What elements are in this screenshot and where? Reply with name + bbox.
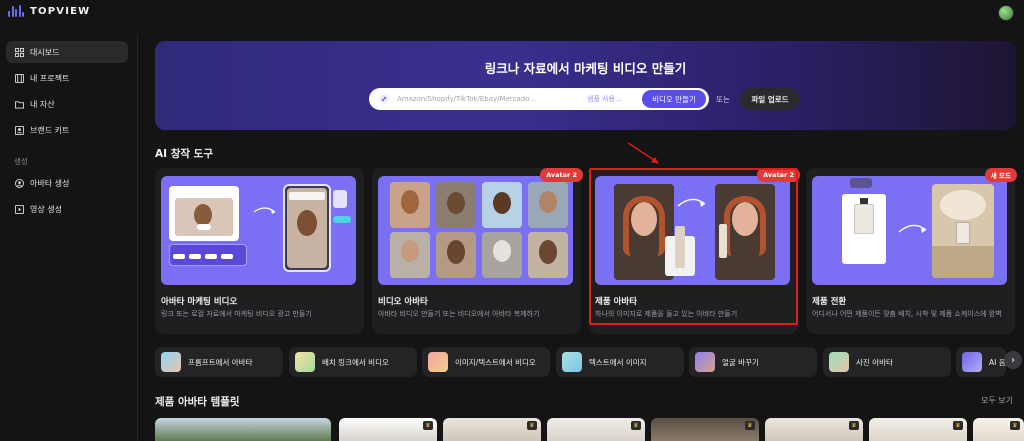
sidebar-item-label: 내 자산 (30, 99, 55, 109)
chip-thumbnail (962, 352, 982, 372)
chip-photo-avatar[interactable]: 사진 아바타 (823, 347, 951, 377)
see-all-link[interactable]: 모두 보기 (981, 395, 1013, 406)
create-video-button[interactable]: 비디오 만들기 (642, 90, 706, 108)
sample-link[interactable]: 샘플 사용... (587, 94, 622, 104)
crown-icon: ♛ (631, 421, 641, 430)
sidebar-item-dashboard[interactable]: 대시보드 (6, 41, 128, 63)
sidebar-item-label: 대시보드 (30, 47, 60, 57)
upload-file-button[interactable]: 파일 업로드 (740, 88, 800, 110)
dashboard-grid-icon (15, 47, 24, 57)
user-avatar[interactable] (998, 5, 1014, 21)
chip-ai-voice[interactable]: AI 음 (956, 347, 1006, 377)
chip-label: 사진 아바타 (856, 357, 893, 367)
card-title: 비디오 아바타 (378, 297, 428, 307)
sidebar-item-label: 영상 생성 (30, 204, 62, 214)
chip-label: 얼굴 바꾸기 (722, 357, 759, 367)
video-play-icon (15, 204, 24, 214)
chip-label: 프롬프트에서 아바타 (188, 357, 253, 367)
topview-waveform-logo-icon (8, 5, 24, 17)
card-description: 링크 또는 로컬 자료에서 마케팅 비디오 광고 만들기 (161, 310, 312, 318)
chip-text-to-image[interactable]: 텍스트에서 이미지 (556, 347, 684, 377)
tool-card-product-avatar[interactable]: Avatar 2 제품 아바타 하나의 이미지로 제품을 들고 있는 아바타 만… (589, 168, 800, 334)
tool-card-avatar-marketing-video[interactable]: 아바타 마케팅 비디오 링크 또는 로컬 자료에서 마케팅 비디오 광고 만들기 (155, 168, 364, 334)
crown-icon: ♛ (527, 421, 537, 430)
card-title: 제품 전환 (812, 297, 847, 307)
template-card[interactable]: ♛ (973, 418, 1024, 441)
chip-batch-link-to-video[interactable]: 배치 링크에서 비디오 (289, 347, 417, 377)
chip-thumbnail (829, 352, 849, 372)
sidebar-item-projects[interactable]: 내 프로젝트 (6, 67, 128, 89)
brand-kit-icon (15, 125, 24, 135)
or-label: 또는 (716, 95, 730, 104)
card-description: 아바타 비디오 만들기 또는 비디오에서 아바타 복제하기 (378, 310, 540, 318)
chip-thumbnail (562, 352, 582, 372)
card-title: 아바타 마케팅 비디오 (161, 297, 238, 307)
crown-icon: ♛ (953, 421, 963, 430)
url-search-bar: 샘플 사용... 비디오 만들기 (369, 88, 709, 110)
chip-label: 텍스트에서 이미지 (589, 357, 647, 367)
sidebar-item-label: 브랜드 키트 (30, 125, 70, 135)
sidebar-item-brand-kit[interactable]: 브랜드 키트 (6, 119, 128, 141)
crown-icon: ♛ (1010, 421, 1020, 430)
card-thumbnail (595, 176, 790, 285)
sidebar-item-assets[interactable]: 내 자산 (6, 93, 128, 115)
template-card[interactable]: ♛ (651, 418, 759, 441)
folder-icon (15, 100, 24, 109)
sidebar-item-label: 아바타 생성 (30, 178, 70, 188)
sidebar-section-label: 생성 (14, 157, 28, 166)
hero-title: 링크나 자료에서 마케팅 비디오 만들기 (484, 61, 687, 76)
template-card[interactable]: ♛ (547, 418, 645, 441)
template-card[interactable] (155, 418, 331, 441)
chip-image-text-to-video[interactable]: 이미지/텍스트에서 비디오 (422, 347, 550, 377)
brand-name: TOPVIEW (30, 5, 91, 17)
chip-thumbnail (161, 352, 181, 372)
chip-thumbnail (295, 352, 315, 372)
link-icon (379, 94, 389, 104)
templates-title: 제품 아바타 템플릿 (155, 396, 240, 408)
chip-face-swap[interactable]: 얼굴 바꾸기 (689, 347, 817, 377)
template-card[interactable]: ♛ (443, 418, 541, 441)
crown-icon: ♛ (849, 421, 859, 430)
chip-thumbnail (428, 352, 448, 372)
card-title: 제품 아바타 (595, 297, 638, 307)
tool-card-video-avatar[interactable]: Avatar 2 비디오 아바타 아바타 비디오 만들기 또는 비디오에서 아바… (372, 168, 583, 334)
red-arrow-annotation (627, 142, 659, 164)
crown-icon: ♛ (745, 421, 755, 430)
avatar-circle-icon (15, 178, 24, 188)
sidebar-item-avatar-generate[interactable]: 아바타 생성 (6, 172, 128, 194)
brand-logo[interactable]: TOPVIEW (8, 5, 90, 17)
sidebar-item-video-generate[interactable]: 영상 생성 (6, 198, 128, 220)
template-card[interactable]: ♛ (339, 418, 437, 441)
chip-thumbnail (695, 352, 715, 372)
card-description: 하나의 이미지로 제품을 들고 있는 아바타 만들기 (595, 310, 738, 318)
film-icon (15, 73, 24, 83)
chip-label: 이미지/텍스트에서 비디오 (455, 357, 536, 367)
sidebar: 대시보드 내 프로젝트 내 자산 브랜드 키트 생성 아바타 생성 영상 생성 (0, 34, 138, 441)
chip-label: 배치 링크에서 비디오 (322, 357, 389, 367)
top-bar: TOPVIEW (0, 0, 1024, 26)
template-card[interactable]: ♛ (765, 418, 863, 441)
chevron-right-icon[interactable]: › (1004, 351, 1022, 369)
ai-tools-title: AI 창작 도구 (155, 148, 213, 160)
hero-banner: 링크나 자료에서 마케팅 비디오 만들기 샘플 사용... 비디오 만들기 또는… (155, 41, 1016, 130)
sidebar-item-label: 내 프로젝트 (30, 73, 70, 83)
template-card[interactable]: ♛ (869, 418, 967, 441)
new-mode-badge: 새 모드 (984, 168, 1017, 182)
card-thumbnail (161, 176, 356, 285)
chip-prompt-to-avatar[interactable]: 프롬프트에서 아바타 (155, 347, 283, 377)
card-thumbnail (378, 176, 573, 285)
crown-icon: ♛ (423, 421, 433, 430)
tool-card-product-switch[interactable]: 새 모드 제품 전환 어디서나 어떤 제품이든 맞춤 배치, 시착 및 제품 쇼… (806, 168, 1017, 334)
card-description: 어디서나 어떤 제품이든 맞춤 배치, 시착 및 제품 쇼케이스에 완벽 (812, 310, 1002, 318)
url-input[interactable] (397, 91, 557, 107)
avatar2-badge: Avatar 2 (540, 168, 583, 182)
card-thumbnail (812, 176, 1007, 285)
avatar2-badge: Avatar 2 (757, 168, 800, 182)
